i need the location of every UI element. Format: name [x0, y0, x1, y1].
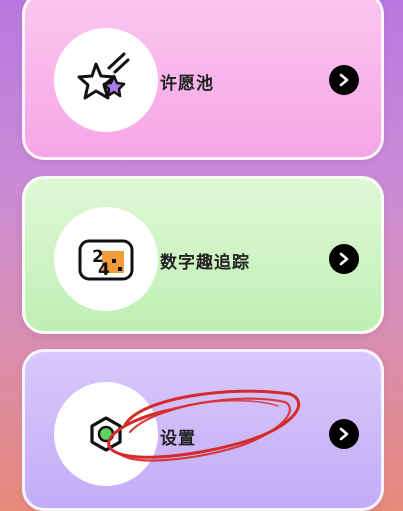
number-tracker-icon: 2 4	[78, 239, 134, 281]
chevron-right-icon[interactable]	[329, 65, 359, 95]
chevron-right-icon[interactable]	[329, 419, 359, 449]
settings-icon-circle	[54, 382, 158, 486]
wish-icon-circle	[54, 28, 158, 132]
settings-hexagon-icon	[90, 416, 122, 452]
number-icon-circle: 2 4	[54, 207, 158, 311]
menu-label-settings: 设置	[160, 429, 196, 449]
menu-card-number-tracker[interactable]: 2 4 数字趣追踪	[22, 176, 384, 334]
chevron-right-icon[interactable]	[329, 244, 359, 274]
menu-label-wish-pool: 许愿池	[160, 74, 214, 94]
menu-card-settings[interactable]: 设置	[22, 349, 384, 511]
menu-label-number-tracker: 数字趣追踪	[160, 253, 250, 273]
wishing-star-icon	[77, 52, 130, 100]
menu-card-wish-pool[interactable]: 许愿池	[22, 0, 384, 160]
svg-text:4: 4	[98, 260, 110, 280]
